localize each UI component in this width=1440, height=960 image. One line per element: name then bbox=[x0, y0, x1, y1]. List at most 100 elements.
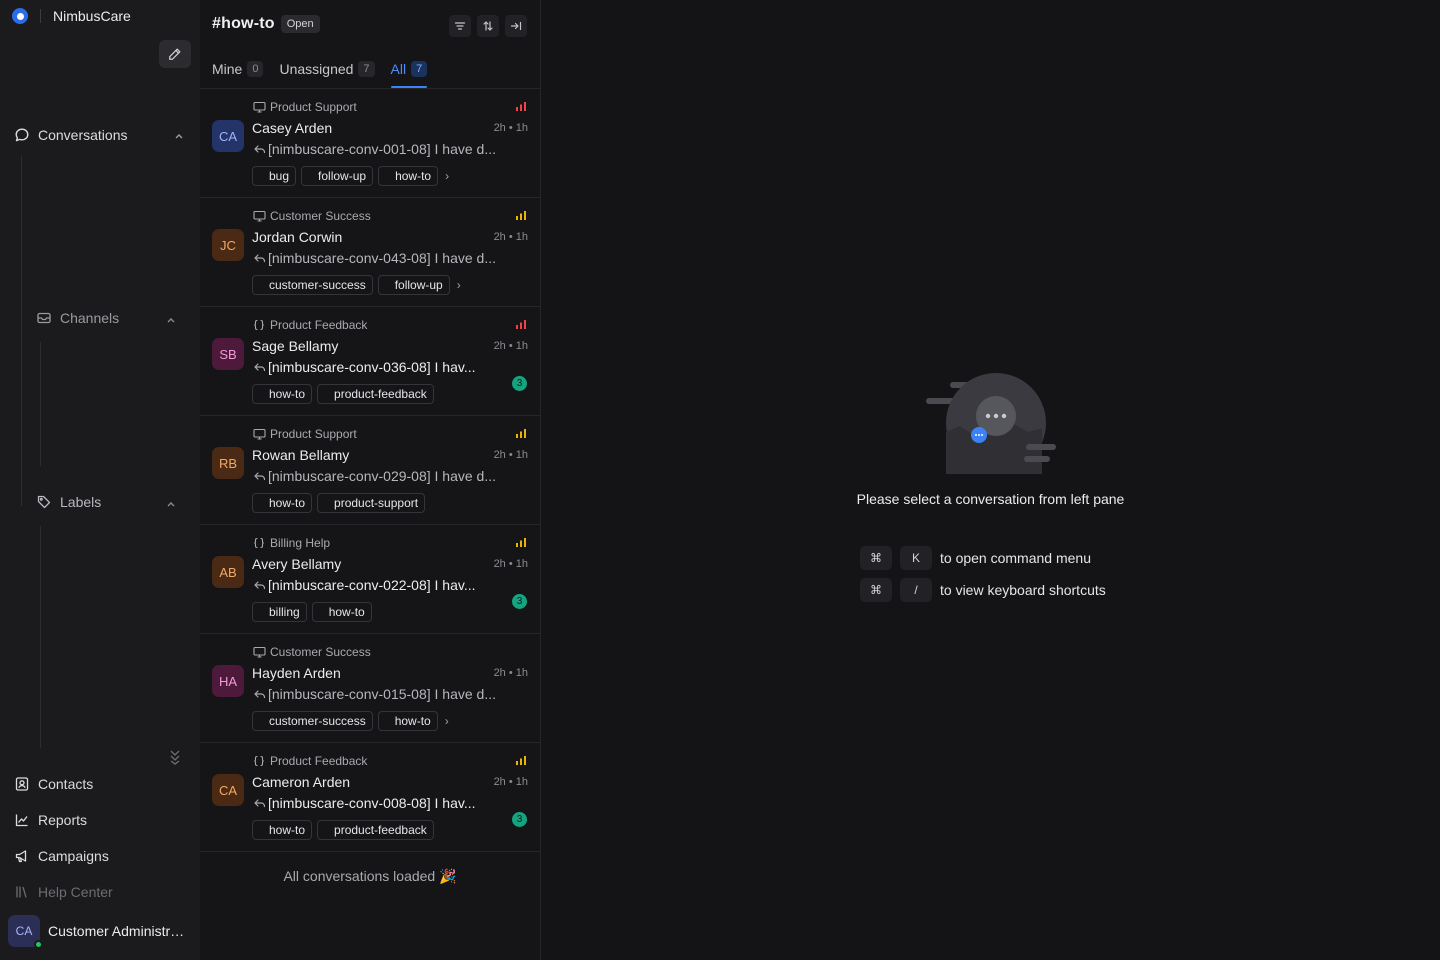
avatar: HA bbox=[212, 665, 244, 697]
tab-all[interactable]: All 7 bbox=[390, 58, 428, 88]
page-title: #how-to bbox=[212, 15, 275, 32]
label-chip[interactable]: how-to bbox=[252, 820, 313, 840]
code-braces-icon bbox=[252, 318, 266, 332]
conversation-item[interactable]: AB Billing Help Avery Bellamy 2h • 1h [nimbu… bbox=[200, 525, 540, 634]
tab-label: Unassigned bbox=[279, 61, 354, 77]
library-icon bbox=[14, 884, 30, 900]
sort-icon bbox=[483, 21, 493, 31]
conversation-item[interactable]: CA Product Feedback Cameron Arden 2h • 1h [n… bbox=[200, 743, 540, 852]
chevron-up-icon[interactable] bbox=[173, 131, 185, 141]
sidebar-item-contacts[interactable]: Contacts bbox=[14, 776, 93, 792]
chevron-right-icon[interactable]: › bbox=[445, 169, 449, 183]
contact-name: Jordan Corwin bbox=[252, 229, 343, 245]
reply-icon bbox=[252, 577, 268, 593]
conversation-item[interactable]: HA Customer Success Hayden Arden 2h • 1h [ni… bbox=[200, 634, 540, 743]
label-chip[interactable]: product-feedback bbox=[317, 820, 434, 840]
reply-icon bbox=[252, 686, 268, 702]
sort-button[interactable] bbox=[477, 15, 499, 37]
sidebar-item-reports[interactable]: Reports bbox=[14, 812, 87, 828]
contact-name: Rowan Bellamy bbox=[252, 447, 350, 463]
chevrons-down-icon[interactable] bbox=[168, 748, 182, 766]
conversation-item[interactable]: JC Customer Success Jordan Corwin 2h • 1h [n… bbox=[200, 198, 540, 307]
label-chip[interactable]: how-to bbox=[252, 384, 313, 404]
inbox-label: Product Support bbox=[270, 100, 357, 114]
last-message-text: [nimbuscare-conv-036-08] I hav... bbox=[268, 359, 476, 375]
avatar-initials: CA bbox=[218, 128, 238, 144]
compose-button[interactable] bbox=[159, 40, 191, 68]
last-message: [nimbuscare-conv-015-08] I have d... bbox=[252, 686, 522, 702]
sidebar-item-label: Reports bbox=[38, 812, 88, 828]
priority-icon bbox=[516, 211, 526, 220]
kbd-key: / bbox=[900, 578, 932, 602]
online-status-dot bbox=[34, 940, 43, 949]
label-chip[interactable]: billing bbox=[252, 602, 307, 622]
user-name: Customer Administrator bbox=[48, 923, 190, 939]
conversation-list-panel: #how-to Open Mine 0 Unassigned 7 All 7 C… bbox=[200, 0, 541, 960]
last-message: [nimbuscare-conv-022-08] I hav... bbox=[252, 577, 522, 593]
shortcut-keyboard-shortcuts: ⌘ / to view keyboard shortcuts bbox=[860, 578, 1106, 602]
filter-icon bbox=[454, 22, 466, 30]
conversation-tabs: Mine 0 Unassigned 7 All 7 bbox=[212, 58, 443, 88]
line-chart-icon bbox=[14, 812, 30, 828]
code-braces-icon bbox=[252, 754, 266, 768]
chevron-up-icon[interactable] bbox=[165, 315, 177, 325]
chat-bubble-icon bbox=[14, 127, 30, 143]
avatar-initials: RB bbox=[218, 455, 238, 471]
timestamp: 2h • 1h bbox=[493, 558, 528, 570]
conversation-item[interactable]: CA Product Support Casey Arden 2h • 1h [nimb… bbox=[200, 89, 540, 198]
conversation-item[interactable]: SB Product Feedback Sage Bellamy 2h • 1h [ni… bbox=[200, 307, 540, 416]
inbox-name: Product Support bbox=[252, 100, 357, 114]
sidebar-item-labels[interactable]: Labels bbox=[36, 494, 101, 510]
sidebar-item-help-center[interactable]: Help Center bbox=[14, 884, 113, 900]
tab-unassigned[interactable]: Unassigned 7 bbox=[279, 58, 375, 80]
reply-icon bbox=[252, 359, 268, 375]
sidebar-item-conversations[interactable]: Conversations bbox=[14, 127, 128, 143]
avatar: JC bbox=[212, 229, 244, 261]
tab-mine[interactable]: Mine 0 bbox=[212, 58, 264, 80]
label-chip[interactable]: bug bbox=[252, 166, 297, 186]
sidebar-item-campaigns[interactable]: Campaigns bbox=[14, 848, 109, 864]
label-list: billing how-to bbox=[252, 602, 377, 622]
label-list: how-to product-support bbox=[252, 493, 430, 513]
inbox-label: Product Feedback bbox=[270, 754, 368, 768]
inbox-name: Billing Help bbox=[252, 536, 330, 550]
chevron-right-icon[interactable]: › bbox=[457, 278, 461, 292]
label-chip[interactable]: how-to bbox=[378, 166, 439, 186]
label-chip[interactable]: product-feedback bbox=[317, 384, 434, 404]
label-chip[interactable]: follow-up bbox=[377, 275, 450, 295]
label-chip[interactable]: product-support bbox=[317, 493, 426, 513]
label-chip[interactable]: customer-success bbox=[252, 275, 373, 295]
shortcut-command-menu: ⌘ K to open command menu bbox=[860, 546, 1091, 570]
last-message-text: [nimbuscare-conv-029-08] I have d... bbox=[268, 468, 497, 484]
label-chip[interactable]: follow-up bbox=[301, 166, 374, 186]
priority-icon bbox=[516, 429, 526, 438]
reply-icon bbox=[252, 250, 268, 266]
inbox-name: Product Feedback bbox=[252, 754, 367, 768]
filter-button[interactable] bbox=[449, 15, 471, 37]
avatar-initials: JC bbox=[220, 237, 236, 253]
label-chip[interactable]: how-to bbox=[252, 493, 313, 513]
last-message: [nimbuscare-conv-029-08] I have d... bbox=[252, 468, 522, 484]
status-badge[interactable]: Open bbox=[280, 15, 320, 33]
label-chip[interactable]: how-to bbox=[377, 711, 438, 731]
label-chip[interactable]: customer-success bbox=[252, 711, 373, 731]
brand[interactable]: NimbusCare bbox=[12, 8, 131, 24]
collapse-panel-button[interactable] bbox=[505, 15, 527, 37]
user-menu[interactable]: CA Customer Administrator bbox=[8, 915, 190, 949]
contact-name: Sage Bellamy bbox=[252, 338, 339, 354]
all-loaded-message: All conversations loaded 🎉 bbox=[283, 868, 457, 884]
inbox-label: Customer Success bbox=[270, 209, 371, 223]
inbox-label: Product Feedback bbox=[270, 318, 368, 332]
label-list: customer-success follow-up › bbox=[252, 275, 461, 295]
conversation-item[interactable]: RB Product Support Rowan Bellamy 2h • 1h [ni… bbox=[200, 416, 540, 525]
chevron-up-icon[interactable] bbox=[165, 499, 177, 509]
tab-count: 0 bbox=[247, 61, 264, 77]
kbd-key: K bbox=[900, 546, 932, 570]
sidebar-item-channels[interactable]: Channels bbox=[36, 310, 119, 326]
chevron-right-icon[interactable]: › bbox=[445, 714, 449, 728]
avatar: CA bbox=[212, 774, 244, 806]
label-chip[interactable]: how-to bbox=[311, 602, 372, 622]
contact-name: Cameron Arden bbox=[252, 774, 351, 790]
label-list: how-to product-feedback bbox=[252, 820, 439, 840]
priority-icon bbox=[516, 538, 526, 547]
